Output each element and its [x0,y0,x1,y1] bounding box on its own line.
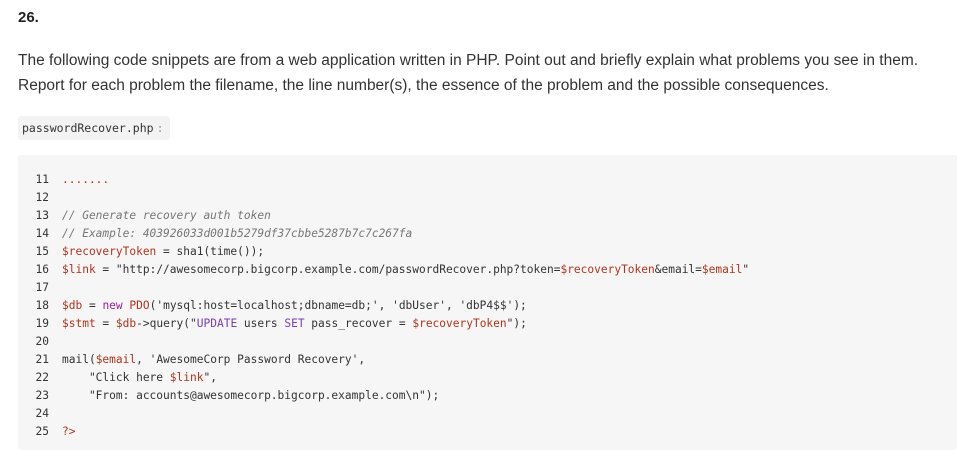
code-line-15: 15 $recoveryToken = sha1(time()); [18,243,749,261]
code-string: "Click here [62,371,170,384]
code-comment: // Example: 403926033d001b5279df37cbbe52… [62,227,413,240]
filename-text: passwordRecover.php [22,121,154,135]
code-comment: // Generate recovery auth token [62,209,271,222]
code-line-22: 22 "Click here $link", [18,369,749,387]
code-line-19: 19 $stmt = $db->query("UPDATE users SET p… [18,315,749,333]
code-variable: $email [701,263,743,276]
code-line-12: 12 [18,189,749,207]
code-variable: $recoveryToken [560,263,655,276]
code-string: "From: accounts@awesomecorp.bigcorp.exam… [62,389,440,402]
code-block: 11....... 12 13 // Generate recovery auth… [18,155,957,450]
code-text: ->query( [136,317,191,330]
code-line-18: 18 $db = new PDO('mysql:host=localhost;db… [18,297,749,315]
line-number: 11 [35,173,49,186]
line-number: 24 [35,407,49,420]
code-string: " [190,317,197,330]
code-variable: $recoveryToken [62,245,157,258]
filename-separator: : [156,121,164,135]
code-variable: $db [115,317,137,330]
code-variable: $email [95,353,137,366]
code-sql-keyword: SET [284,317,305,330]
code-text: = [82,299,103,312]
code-string: ", [203,371,217,384]
code-string: pass_recover = [304,317,413,330]
line-number: 17 [35,281,49,294]
code-string: " [742,263,750,276]
code-function: mail( [62,353,96,366]
code-line-23: 23 "From: accounts@awesomecorp.bigcorp.e… [18,387,749,405]
code-line-14: 14 // Example: 403926033d001b5279df37cbbe… [18,225,749,243]
code-line-13: 13 // Generate recovery auth token [18,207,749,225]
php-close-tag: ?> [62,425,76,438]
question-number: 26. [18,9,39,26]
ellipsis: ....... [62,173,110,186]
code-lines: 11....... 12 13 // Generate recovery auth… [18,171,750,441]
line-number: 20 [35,335,49,348]
line-number: 19 [35,317,49,330]
code-variable: $link [169,371,204,384]
code-line-21: 21 mail($email, 'AwesomeCorp Password Rec… [18,351,749,369]
code-class: PDO [122,299,150,312]
line-number: 23 [35,389,49,402]
code-keyword: new [102,299,123,312]
line-number: 18 [35,299,49,312]
code-line-17: 17 [18,279,749,297]
code-variable: $link [62,263,96,276]
code-text: = sha1(time()); [156,245,265,258]
line-number: 15 [35,245,49,258]
code-variable: $stmt [62,317,96,330]
filename-label: passwordRecover.php: [18,116,170,140]
code-text: = [95,263,116,276]
line-number: 25 [35,425,49,438]
code-text: , 'AwesomeCorp Password Recovery', [136,353,366,366]
code-variable: $db [62,299,83,312]
code-variable: $recoveryToken [412,317,507,330]
line-number: 22 [35,371,49,384]
code-text: ); [513,317,527,330]
code-string: &email= [654,263,702,276]
line-number: 14 [35,227,49,240]
code-line-24: 24 [18,405,749,423]
question-intro: The following code snippets are from a w… [18,52,919,94]
code-string: "http://awesomecorp.bigcorp.example.com/… [115,263,561,276]
line-number: 13 [35,209,49,222]
code-line-11: 11....... [18,171,749,189]
line-number: 21 [35,353,49,366]
code-text: = [95,317,116,330]
code-line-25: 25 ?> [18,423,749,441]
code-text: ('mysql:host=localhost;dbname=db;', 'dbU… [149,299,527,312]
line-number: 12 [35,191,49,204]
code-sql-keyword: UPDATE [196,317,238,330]
line-number: 16 [35,263,49,276]
code-line-20: 20 [18,333,749,351]
code-line-16: 16 $link = "http://awesomecorp.bigcorp.ex… [18,261,750,279]
code-string: users [237,317,285,330]
